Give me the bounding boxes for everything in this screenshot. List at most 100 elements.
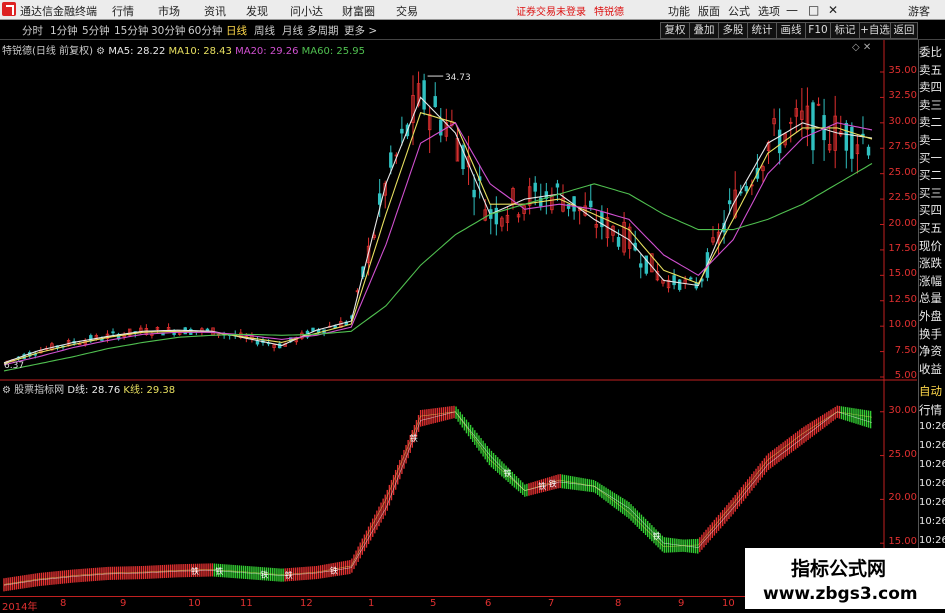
side-panel-item[interactable]: 卖三 bbox=[919, 97, 945, 113]
restore-icon[interactable]: □ bbox=[808, 3, 819, 17]
side-panel-item[interactable]: 外盘 bbox=[919, 308, 945, 324]
period-tab-1min[interactable]: 1分钟 bbox=[50, 23, 78, 38]
chart-area[interactable]: 铁铁铁铁铁铁铁铁 铁铁 34.73 6.37 bbox=[0, 40, 917, 596]
date-label: 7 bbox=[548, 598, 555, 609]
menu-item-trade[interactable]: 交易 bbox=[396, 3, 418, 19]
date-label: 8 bbox=[60, 598, 67, 609]
menu-item-wealth[interactable]: 财富圈 bbox=[342, 3, 375, 19]
side-panel-item[interactable]: 收益 bbox=[919, 361, 945, 377]
price-tick-label: 32.50 bbox=[888, 90, 917, 102]
price-tick-label: 7.50 bbox=[894, 344, 917, 356]
f10-button[interactable]: F10 bbox=[805, 22, 831, 39]
period-tab-daily[interactable]: 日线 bbox=[226, 23, 247, 38]
side-panel-item[interactable]: 卖五 bbox=[919, 62, 945, 78]
side-panel-item[interactable]: 买四 bbox=[919, 202, 945, 218]
side-panel-item[interactable]: 换手 bbox=[919, 326, 945, 342]
kd-marker: 铁 bbox=[260, 569, 268, 579]
side-panel-item[interactable]: 卖四 bbox=[919, 79, 945, 95]
kd-marker: 铁 bbox=[410, 433, 418, 443]
side-panel-item[interactable]: 买五 bbox=[919, 220, 945, 236]
guest-user[interactable]: 游客 bbox=[908, 3, 930, 19]
date-label: 10 bbox=[188, 598, 201, 609]
minimize-icon[interactable]: — bbox=[786, 3, 798, 17]
price-tick-label: 27.50 bbox=[888, 141, 917, 153]
menu-item-function[interactable]: 功能 bbox=[668, 3, 690, 19]
fuquan-button[interactable]: 复权 bbox=[660, 22, 690, 39]
menu-item-layout[interactable]: 版面 bbox=[698, 3, 720, 19]
side-panel-tick[interactable]: 自动 bbox=[919, 383, 945, 399]
menu-item-formula[interactable]: 公式 bbox=[728, 3, 750, 19]
period-tab-multi[interactable]: 多周期 bbox=[307, 23, 339, 38]
max-price-label: 34.73 bbox=[445, 73, 471, 83]
candle-body bbox=[311, 327, 315, 332]
kd-marker: 铁 bbox=[215, 566, 223, 576]
period-tab-30min[interactable]: 30分钟 bbox=[151, 23, 185, 38]
side-panel: 委比卖五 卖四卖三 卖二卖一买一 买二买三 买四买五现价 涨跌涨幅 总量外盘换手 净资收益自动… bbox=[918, 40, 945, 596]
login-notice[interactable]: 证券交易未登录 bbox=[516, 3, 586, 18]
candle-body bbox=[533, 182, 537, 192]
ma-line-ma10 bbox=[3, 112, 873, 365]
date-label: 9 bbox=[120, 598, 127, 609]
overlay-button[interactable]: 叠加 bbox=[689, 22, 719, 39]
back-button[interactable]: 返回 bbox=[890, 22, 918, 39]
min-price-label: 6.37 bbox=[4, 361, 24, 371]
price-tick-label: 30.00 bbox=[888, 115, 917, 127]
side-panel-item[interactable]: 买一 bbox=[919, 150, 945, 166]
side-panel-tick: 10:26 bbox=[919, 516, 945, 527]
side-panel-item[interactable]: 买三 bbox=[919, 185, 945, 201]
candle-body bbox=[727, 200, 732, 205]
add-watchlist-button[interactable]: +自选 bbox=[859, 22, 891, 39]
price-tick-label: 15.00 bbox=[888, 268, 917, 280]
period-tab-15min[interactable]: 15分钟 bbox=[114, 23, 148, 38]
candle-body bbox=[866, 146, 871, 156]
candle-body bbox=[389, 152, 393, 168]
side-panel-item[interactable]: 卖一 bbox=[919, 132, 945, 148]
candle-body bbox=[433, 96, 437, 107]
side-panel-item[interactable]: 委比 bbox=[919, 44, 945, 60]
period-bar: 分时 1分钟 5分钟 15分钟 30分钟 60分钟 日线 周线 月线 多周期 更… bbox=[0, 20, 945, 40]
candle-body bbox=[555, 183, 560, 188]
side-panel-item[interactable]: 买二 bbox=[919, 167, 945, 183]
menu-bar: 通达信金融终端 行情 市场 资讯 发现 问小达 财富圈 交易 证券交易未登录 特… bbox=[0, 0, 945, 20]
mark-button[interactable]: 标记 bbox=[830, 22, 860, 39]
statistics-button[interactable]: 统计 bbox=[747, 22, 777, 39]
date-label: 6 bbox=[485, 598, 492, 609]
candle-body bbox=[639, 263, 643, 268]
side-panel-item[interactable]: 净资 bbox=[919, 343, 945, 359]
menu-item-market[interactable]: 市场 bbox=[158, 3, 180, 19]
close-icon[interactable]: ✕ bbox=[828, 3, 838, 17]
menu-item-quotes[interactable]: 行情 bbox=[112, 3, 134, 19]
menu-item-ask[interactable]: 问小达 bbox=[290, 3, 323, 19]
multi-stock-button[interactable]: 多股 bbox=[718, 22, 748, 39]
menu-item-discover[interactable]: 发现 bbox=[246, 3, 268, 19]
period-tab-weekly[interactable]: 周线 bbox=[254, 23, 275, 38]
draw-line-button[interactable]: 画线 bbox=[776, 22, 806, 39]
candle-body bbox=[255, 340, 260, 345]
candle-body bbox=[672, 275, 676, 286]
candle-body bbox=[589, 200, 593, 208]
side-panel-tick: 10:26 bbox=[919, 497, 945, 508]
menu-item-options[interactable]: 选项 bbox=[758, 3, 780, 19]
period-tab-5min[interactable]: 5分钟 bbox=[82, 23, 110, 38]
indicator-tick-label: 15.00 bbox=[888, 536, 917, 548]
side-panel-item[interactable]: 现价 bbox=[919, 238, 945, 254]
price-tick-label: 20.00 bbox=[888, 217, 917, 229]
side-panel-item[interactable]: 涨幅 bbox=[919, 273, 945, 289]
app-logo-icon bbox=[2, 2, 16, 16]
period-tab-monthly[interactable]: 月线 bbox=[282, 23, 303, 38]
candle-body bbox=[616, 236, 621, 247]
date-label: 10 bbox=[722, 598, 735, 609]
period-tab-60min[interactable]: 60分钟 bbox=[188, 23, 222, 38]
side-panel-item[interactable]: 卖二 bbox=[919, 114, 945, 130]
candle-body bbox=[777, 129, 782, 154]
date-label: 1 bbox=[368, 598, 375, 609]
side-panel-item[interactable]: 涨跌 bbox=[919, 255, 945, 271]
period-tab-timeshare[interactable]: 分时 bbox=[22, 23, 43, 38]
candle-body bbox=[439, 119, 443, 136]
side-panel-item[interactable]: 总量 bbox=[919, 290, 945, 306]
side-panel-tick[interactable]: 行情 bbox=[919, 402, 945, 418]
menu-item-news[interactable]: 资讯 bbox=[204, 3, 226, 19]
period-tab-more[interactable]: 更多 > bbox=[344, 23, 377, 38]
side-panel-tick: 10:26 bbox=[919, 421, 945, 432]
indicator-tick-label: 20.00 bbox=[888, 492, 917, 504]
